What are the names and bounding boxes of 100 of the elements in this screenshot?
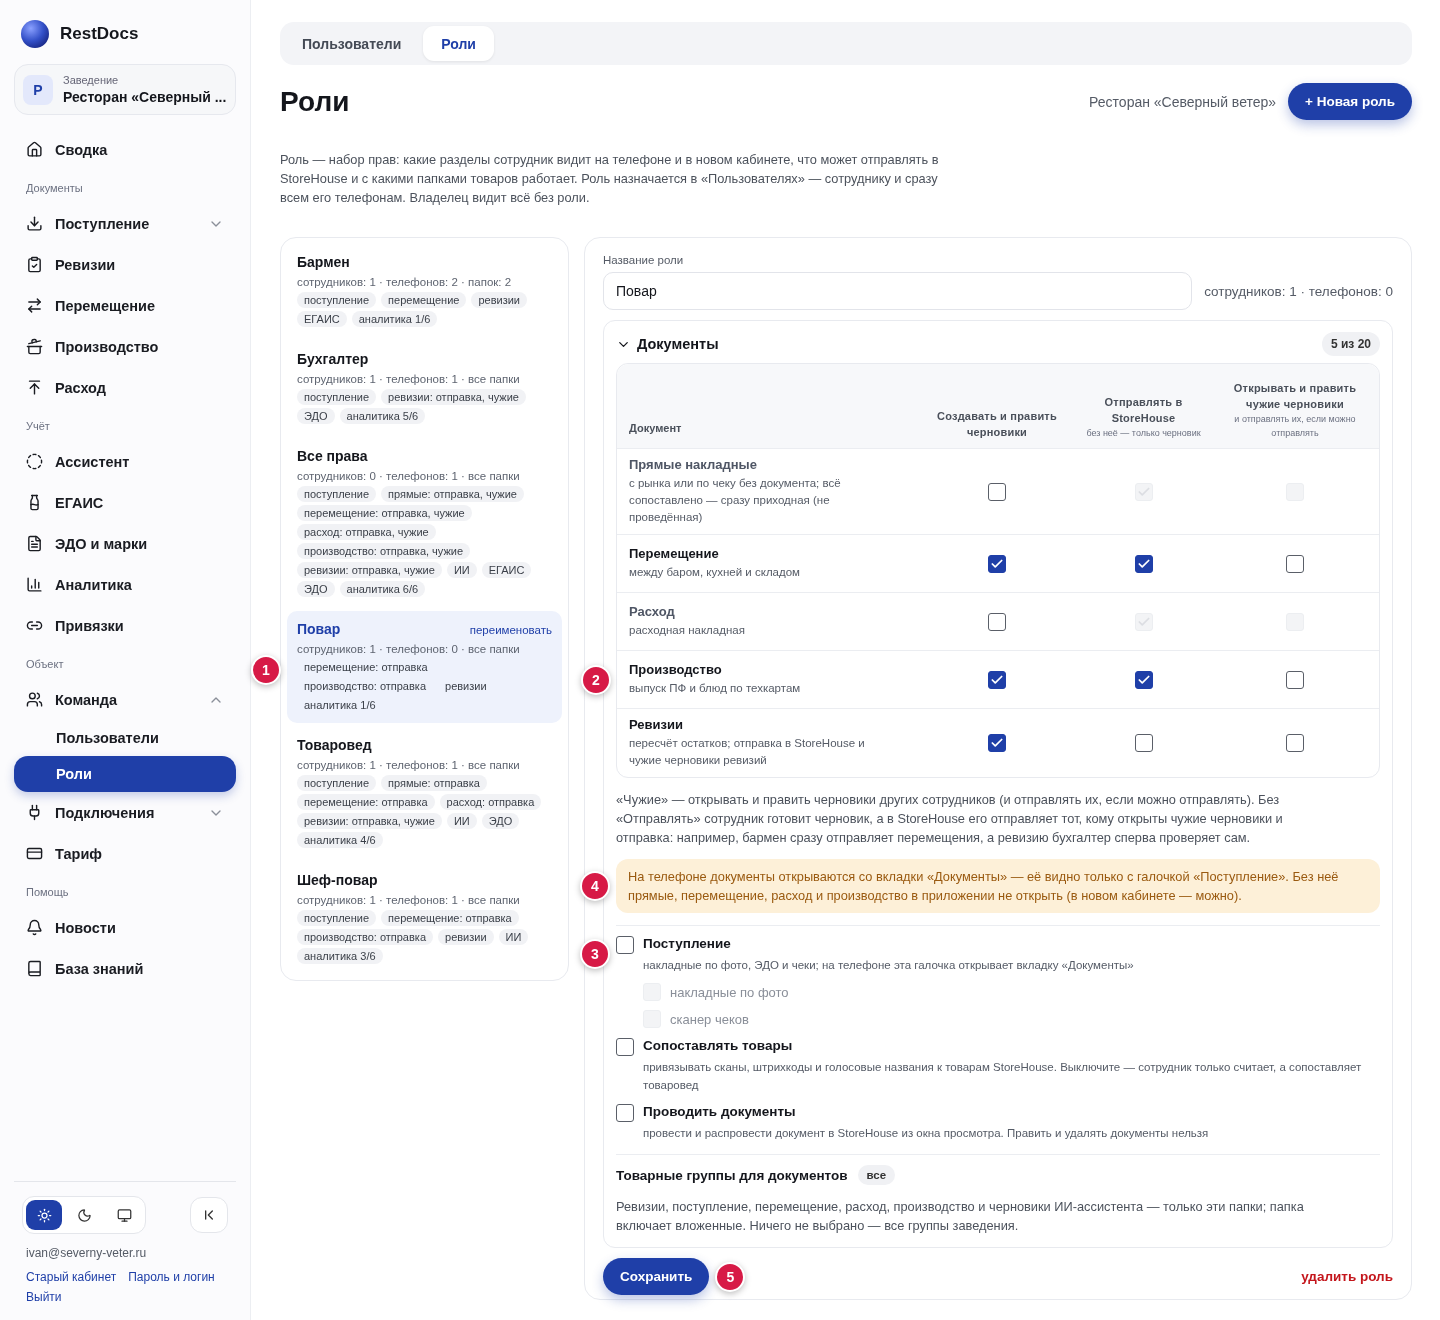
role-name: Шеф-повар <box>297 872 378 888</box>
groups-description: Ревизии, поступление, перемещение, расход, производство и черновики ИИ-ассистента — только эти папки; папка включает вложенные. Ничего не выбрано — все группы заведения. <box>616 1198 1305 1235</box>
document-description: расходная накладная <box>629 623 746 638</box>
venue-selector[interactable]: Р Заведение Ресторан «Северный ... <box>14 64 236 115</box>
section-title: Документы <box>637 336 720 352</box>
nav-item[interactable]: Команда <box>14 679 236 720</box>
permission-tag: расход: отправка, чужие <box>297 524 436 540</box>
checkbox[interactable] <box>1134 554 1153 573</box>
checkbox[interactable] <box>616 1104 634 1122</box>
checkbox[interactable] <box>616 936 634 954</box>
checkmark-icon <box>990 736 1004 750</box>
document-title: Расход <box>629 604 676 619</box>
permission-tag: перемещение: отправка, чужие <box>297 505 472 521</box>
footer-link[interactable]: Старый кабинет <box>26 1270 117 1284</box>
option-title: Сопоставлять товары <box>643 1038 794 1055</box>
footer-link[interactable]: Пароль и логин <box>128 1270 215 1284</box>
nav-item[interactable]: Производство <box>14 326 236 367</box>
column-hint: без неё — только черновик <box>1086 427 1201 440</box>
nav-item[interactable]: ЕГАИС <box>14 482 236 523</box>
moon-icon <box>76 1207 92 1223</box>
checkbox[interactable] <box>1286 734 1304 752</box>
logout-link[interactable]: Выйти <box>26 1290 62 1304</box>
nav-item[interactable]: ЭДО и марки <box>14 523 236 564</box>
help-text: «Чужие» — открывать и править черновики других сотрудников (и отправлять их, если можно отправлять). Без «Отправлять» сотрудник готовит черновик, а в StoreHouse его отправляет тот, кому открыты чужие черновики и отправка: например, бармен сразу отправляет перемещения, а ревизию бухгалтер сперва проверяет сам. <box>616 791 1284 847</box>
nav-item[interactable]: Привязки <box>14 605 236 646</box>
role-card[interactable]: Шеф-повар сотрудников: 1 · телефонов: 1 · все папки поступление перемещение: отправка производство: отправка ревизии ИИ аналитика 3/6 <box>287 862 562 974</box>
download-icon <box>26 215 43 232</box>
checkbox[interactable] <box>616 1038 634 1056</box>
groups-badge[interactable]: все <box>857 1165 896 1185</box>
logo-icon <box>20 19 50 49</box>
nav-item[interactable]: Сводка <box>14 129 236 170</box>
suboption-label: накладные по фото <box>670 984 789 1000</box>
permission-tag: поступление <box>297 486 377 502</box>
permission-tag: поступление <box>297 775 377 791</box>
collapse-sidebar-button[interactable] <box>190 1197 228 1233</box>
tab[interactable]: Роли <box>423 26 494 61</box>
checkbox[interactable] <box>1286 670 1304 689</box>
checkbox[interactable] <box>1134 734 1153 752</box>
permission-tag: поступление <box>297 292 377 308</box>
home-icon <box>26 141 43 158</box>
nav-item[interactable]: Тариф <box>14 833 236 874</box>
delete-role-link[interactable]: удалить роль <box>1301 1269 1393 1284</box>
permission-tag: ревизии <box>471 292 527 308</box>
pot-icon <box>26 338 43 355</box>
permission-tag: перемещение: отправка <box>297 794 435 810</box>
option-description: провести и распровести документ в StoreHouse из окна просмотра. Править и удалять документы нельзя <box>643 1126 1210 1141</box>
permission-tag: ЕГАИС <box>297 311 347 327</box>
nav-subitem[interactable]: Роли <box>14 756 236 792</box>
rename-link[interactable]: переименовать <box>469 624 552 636</box>
page-description: Роль — набор прав: какие разделы сотрудник видит на телефоне и в новом кабинете, что может отправлять в StoreHouse и с какими папками товаров работает. Роль назначается в «Пользователях» — сотруднику и сразу всем его телефонам. Владелец видит всё без роли. <box>280 151 940 207</box>
upload-icon <box>26 379 43 396</box>
page-title: Роли <box>280 85 351 118</box>
role-card[interactable]: Товаровед сотрудников: 1 · телефонов: 1 · все папки поступление прямые: отправка перемещение: отправка расход: отправка ревизии: отправка, чужие ИИ ЭДО аналитика 4/6 <box>287 727 562 858</box>
checkbox[interactable] <box>988 554 1006 573</box>
sun-icon <box>36 1207 52 1223</box>
option-title: Проводить документы <box>643 1104 797 1121</box>
permission-tag: перемещение: отправка <box>381 910 519 926</box>
save-button[interactable]: Сохранить <box>603 1258 710 1295</box>
field-label: Название роли <box>603 254 685 266</box>
permission-tag: ревизии <box>438 678 494 694</box>
warning-text: На телефоне документы открываются со вкладки «Документы» — её видно только с галочкой «Поступление». Без неё прямые, перемещение, расход и производство в приложении не открыть (в новом кабинете — можно). <box>628 868 1340 905</box>
sun-mode-button[interactable] <box>26 1200 62 1230</box>
nav-item[interactable]: Расход <box>14 367 236 408</box>
role-card[interactable]: Бармен сотрудников: 1 · телефонов: 2 · папок: 2 поступление перемещение ревизии ЕГАИС аналитика 1/6 <box>287 244 562 337</box>
checkbox[interactable] <box>1286 554 1304 573</box>
nav-item[interactable]: Подключения <box>14 792 236 833</box>
checkbox[interactable] <box>988 482 1006 501</box>
nav-item[interactable]: Поступление <box>14 203 236 244</box>
checkbox[interactable] <box>1134 670 1153 689</box>
option-description: накладные по фото, ЭДО и чеки; на телефоне эта галочка открывает вкладку «Документы» <box>643 958 1135 973</box>
permission-tag: аналитика 3/6 <box>297 948 383 964</box>
nav-item[interactable]: Перемещение <box>14 285 236 326</box>
nav-item[interactable]: База знаний <box>14 948 236 989</box>
nav-item[interactable]: Аналитика <box>14 564 236 605</box>
tab[interactable]: Пользователи <box>284 26 420 61</box>
new-role-button[interactable]: + Новая роль <box>1288 83 1412 120</box>
bell-icon <box>26 919 43 936</box>
role-card[interactable]: Бухгалтер сотрудников: 1 · телефонов: 1 · все папки поступление ревизии: отправка, чужие ЭДО аналитика 5/6 <box>287 341 562 434</box>
permission-tag: производство: отправка <box>297 678 433 694</box>
role-meta: сотрудников: 1 · телефонов: 0 · все папки <box>297 643 521 655</box>
permission-tag: поступление <box>297 389 377 405</box>
venue-avatar: Р <box>23 74 53 105</box>
role-name-field[interactable]: Повар <box>603 272 1193 310</box>
nav-item[interactable]: Новости <box>14 907 236 948</box>
nav-item[interactable]: Ассистент <box>14 441 236 482</box>
checkbox[interactable] <box>988 734 1006 752</box>
permission-tag: расход: отправка <box>439 794 542 810</box>
permission-tag: перемещение: отправка <box>297 659 435 675</box>
permission-tag: ЭДО <box>297 581 335 597</box>
document-description: между баром, кухней и складом <box>629 565 801 580</box>
clipboard-check-icon <box>26 256 43 273</box>
nav-subitem[interactable]: Пользователи <box>14 720 236 756</box>
role-meta: сотрудников: 0 · телефонов: 1 · все папки <box>297 470 521 482</box>
nav-item[interactable]: Ревизии <box>14 244 236 285</box>
permission-tag: производство: отправка <box>297 929 433 945</box>
permission-tag: ЭДО <box>481 813 520 829</box>
nav-section-heading: Учёт <box>25 419 51 434</box>
column-header: Открывать и править чужие черновики <box>1232 381 1358 412</box>
checkbox[interactable] <box>988 612 1006 631</box>
checkbox[interactable] <box>988 670 1006 689</box>
